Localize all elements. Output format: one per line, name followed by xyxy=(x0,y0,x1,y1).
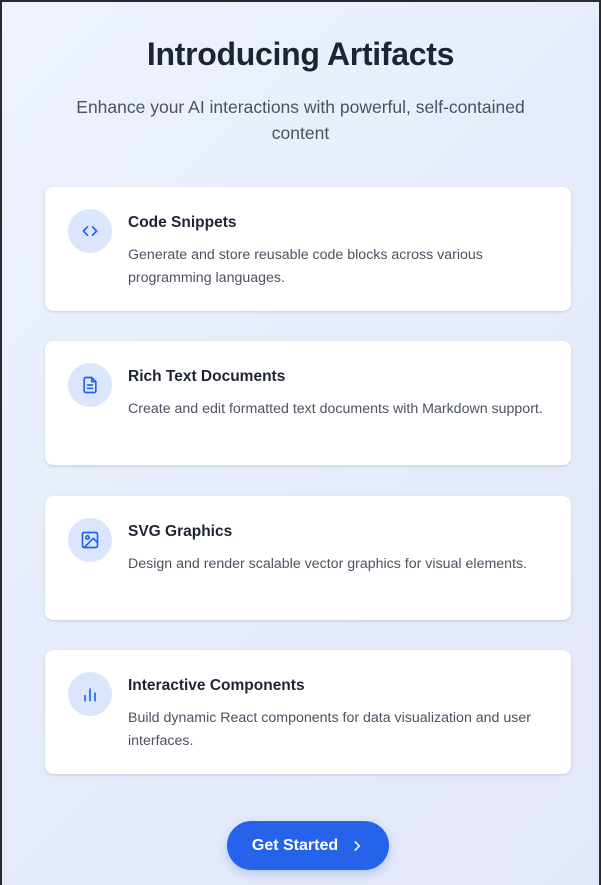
bar-chart-icon xyxy=(68,672,112,716)
feature-title: Interactive Components xyxy=(128,677,305,694)
feature-card-code-snippets: Code Snippets Generate and store reusabl… xyxy=(45,187,571,311)
feature-card-rich-text-documents: Rich Text Documents Create and edit form… xyxy=(45,341,571,465)
get-started-button[interactable]: Get Started xyxy=(227,821,389,870)
feature-description: Create and edit formatted text documents… xyxy=(128,401,543,417)
feature-title: Rich Text Documents xyxy=(128,368,286,385)
page-title: Introducing Artifacts xyxy=(146,36,455,72)
intro-panel: Introducing Artifacts Enhance your AI in… xyxy=(0,0,601,885)
feature-description: Design and render scalable vector graphi… xyxy=(128,556,528,572)
feature-title: Code Snippets xyxy=(128,214,237,231)
page-subtitle: Enhance your AI interactions with powerf… xyxy=(76,97,525,143)
feature-description: Build dynamic React components for data … xyxy=(128,710,531,749)
feature-card-svg-graphics: SVG Graphics Design and render scalable … xyxy=(45,496,571,620)
feature-card-interactive-components: Interactive Components Build dynamic Rea… xyxy=(45,650,571,774)
image-icon xyxy=(68,518,112,562)
code-icon xyxy=(68,209,112,253)
document-icon xyxy=(68,363,112,407)
get-started-label: Get Started xyxy=(251,836,339,854)
feature-title: SVG Graphics xyxy=(128,523,233,540)
chevron-right-icon xyxy=(350,839,364,853)
feature-description: Generate and store reusable code blocks … xyxy=(128,247,483,286)
